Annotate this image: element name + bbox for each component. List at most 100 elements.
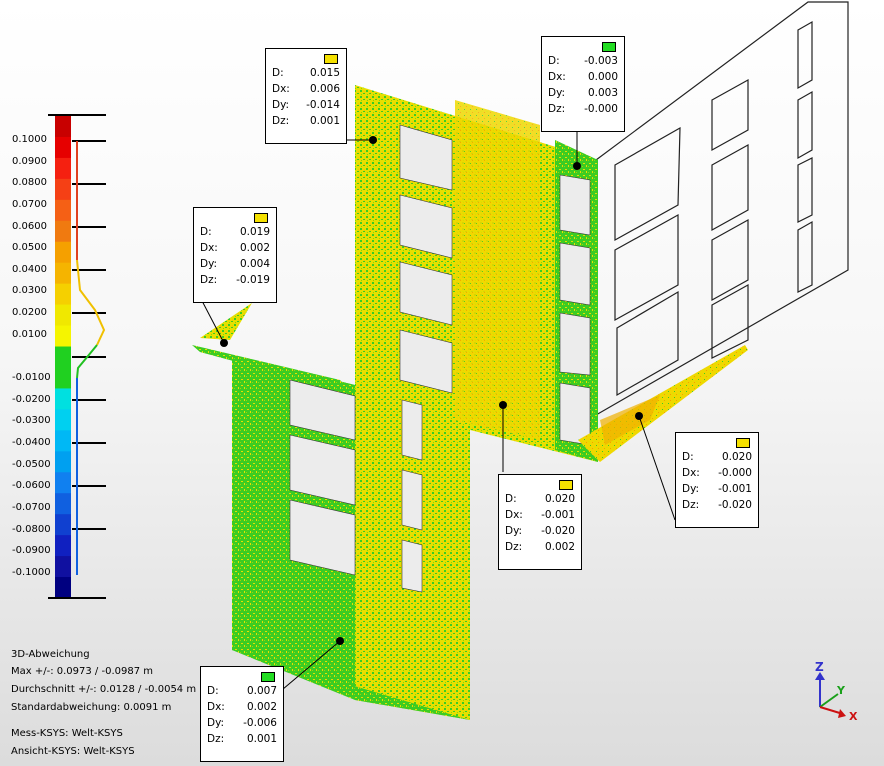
label-d: D: — [505, 493, 517, 505]
color-scale-segment — [55, 262, 71, 285]
value-dy: -0.014 — [306, 99, 340, 111]
label-dy: Dy: — [505, 525, 523, 537]
deviation-color-swatch — [602, 42, 616, 52]
color-scale-segment — [55, 116, 71, 138]
color-scale-segment — [55, 283, 71, 306]
color-scale-segment — [55, 304, 71, 327]
label-dx: Dx: — [207, 701, 225, 713]
color-scale-segment — [55, 178, 71, 201]
deviation-callout-1[interactable]: D: 0.015 Dx: 0.006 Dy: -0.014 Dz: 0.001 — [265, 48, 347, 144]
color-scale-segment — [55, 220, 71, 243]
value-dz: -0.020 — [718, 499, 752, 511]
scale-tick-label: -0.0600 — [12, 480, 51, 491]
stats-mess-ksys: Mess-KSYS: Welt-KSYS — [11, 728, 123, 739]
color-scale-segment — [55, 514, 71, 536]
label-d: D: — [548, 55, 560, 67]
label-dy: Dy: — [272, 99, 290, 111]
value-d: 0.007 — [246, 685, 277, 697]
value-dx: -0.000 — [718, 467, 752, 479]
axis-z-label: Z — [815, 660, 824, 674]
scale-tick-label: 0.0500 — [12, 242, 47, 253]
color-scale-segment — [55, 430, 71, 452]
value-dz: 0.001 — [309, 115, 340, 127]
value-dx: -0.001 — [541, 509, 575, 521]
value-dx: 0.002 — [239, 242, 270, 254]
scale-tick-label: 0.0300 — [12, 285, 47, 296]
color-scale-segment — [55, 325, 71, 348]
value-dy: -0.001 — [718, 483, 752, 495]
stats-std: Standardabweichung: 0.0091 m — [11, 702, 172, 713]
deviation-callout-2[interactable]: D: -0.003 Dx: 0.000 Dy: 0.003 Dz: -0.000 — [541, 36, 625, 132]
value-d: 0.020 — [721, 451, 752, 463]
value-dx: 0.000 — [587, 71, 618, 83]
color-scale-segment — [55, 367, 71, 389]
axis-x-label: X — [849, 710, 858, 723]
value-dy: -0.006 — [243, 717, 277, 729]
scale-tick-label: -0.0200 — [12, 394, 51, 405]
scale-tick-label: 0.0800 — [12, 177, 47, 188]
value-dy: -0.020 — [541, 525, 575, 537]
stats-ansicht-ksys: Ansicht-KSYS: Welt-KSYS — [11, 746, 135, 757]
scan-upper-facade — [355, 85, 598, 720]
deviation-color-swatch — [736, 438, 750, 448]
axis-y-label: Y — [837, 684, 845, 697]
color-scale-segment — [55, 493, 71, 515]
label-dz: Dz: — [505, 541, 523, 553]
label-dz: Dz: — [682, 499, 700, 511]
color-scale-segment — [55, 577, 71, 599]
color-scale-segment — [55, 241, 71, 264]
deviation-callout-4[interactable]: D: 0.020 Dx: -0.001 Dy: -0.020 Dz: 0.002 — [498, 474, 582, 570]
label-d: D: — [682, 451, 694, 463]
scale-tick-label: -0.0100 — [12, 372, 51, 383]
value-dy: 0.003 — [587, 87, 618, 99]
label-d: D: — [207, 685, 219, 697]
value-d: 0.015 — [309, 67, 340, 79]
scale-tick-label: -0.0700 — [12, 502, 51, 513]
value-d: 0.019 — [239, 226, 270, 238]
deviation-color-swatch — [261, 672, 275, 682]
value-dz: 0.001 — [246, 733, 277, 745]
value-dx: 0.006 — [309, 83, 340, 95]
deviation-callout-3[interactable]: D: 0.019 Dx: 0.002 Dy: 0.004 Dz: -0.019 — [193, 207, 277, 303]
3d-view[interactable] — [0, 0, 884, 766]
color-scale-segment — [55, 472, 71, 494]
scale-tick-label: -0.0300 — [12, 415, 51, 426]
label-dx: Dx: — [272, 83, 290, 95]
color-scale-segment — [55, 535, 71, 557]
label-dy: Dy: — [682, 483, 700, 495]
deviation-callout-6[interactable]: D: 0.007 Dx: 0.002 Dy: -0.006 Dz: 0.001 — [200, 666, 284, 762]
label-dx: Dx: — [200, 242, 218, 254]
wireframe-wall — [595, 1, 849, 417]
color-scale-segment — [55, 346, 71, 368]
deviation-callout-5[interactable]: D: 0.020 Dx: -0.000 Dy: -0.001 Dz: -0.020 — [675, 432, 759, 528]
value-d: 0.020 — [544, 493, 575, 505]
scale-tick-label: 0.1000 — [12, 134, 47, 145]
color-scale-segment — [55, 409, 71, 431]
label-d: D: — [200, 226, 212, 238]
label-dx: Dx: — [505, 509, 523, 521]
label-dz: Dz: — [200, 274, 218, 286]
label-dx: Dx: — [682, 467, 700, 479]
deviation-color-swatch — [324, 54, 338, 64]
scale-tick-label: -0.0900 — [12, 545, 51, 556]
label-dy: Dy: — [200, 258, 218, 270]
color-scale-segment — [55, 556, 71, 578]
deviation-color-swatch — [559, 480, 573, 490]
scale-tick-label: 0.0700 — [12, 199, 47, 210]
label-dz: Dz: — [272, 115, 290, 127]
color-scale-segment — [55, 451, 71, 473]
label-dz: Dz: — [548, 103, 566, 115]
value-dy: 0.004 — [239, 258, 270, 270]
label-d: D: — [272, 67, 284, 79]
color-scale-segment — [55, 136, 71, 159]
scale-tick-label: -0.1000 — [12, 567, 51, 578]
scale-tick-label: 0.0600 — [12, 221, 47, 232]
scale-tick-label: 0.0900 — [12, 156, 47, 167]
stats-max: Max +/-: 0.0973 / -0.0987 m — [11, 666, 153, 677]
scale-tick-label: 0.0200 — [12, 307, 47, 318]
scale-tick-label: -0.0500 — [12, 459, 51, 470]
label-dz: Dz: — [207, 733, 225, 745]
scale-tick-label: 0.0100 — [12, 329, 47, 340]
scale-tick-label: -0.0800 — [12, 524, 51, 535]
stats-title: 3D-Abweichung — [11, 649, 90, 660]
